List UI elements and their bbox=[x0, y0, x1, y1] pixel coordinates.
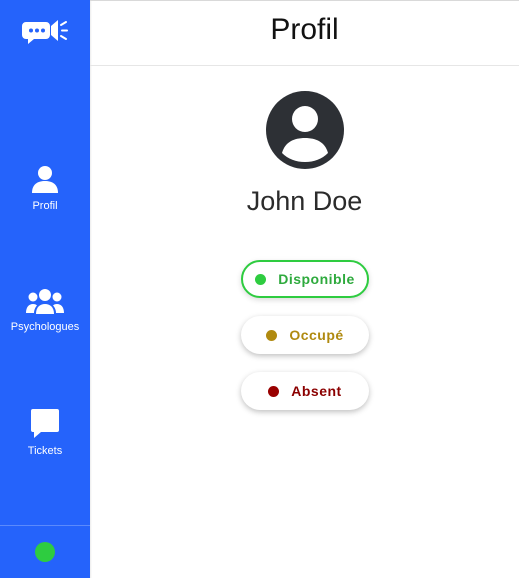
chat-icon bbox=[31, 409, 59, 438]
online-status-indicator[interactable] bbox=[35, 542, 55, 562]
page-title: Profil bbox=[270, 13, 339, 46]
status-disponible-button[interactable]: Disponible bbox=[241, 260, 369, 298]
sidebar-item-profil[interactable]: Profil bbox=[0, 164, 90, 212]
status-label: Disponible bbox=[278, 271, 355, 287]
status-occupe-button[interactable]: Occupé bbox=[241, 316, 369, 354]
sidebar: Profil Psychologues Tickets bbox=[0, 0, 92, 578]
user-icon bbox=[32, 166, 58, 193]
sidebar-item-label: Psychologues bbox=[10, 321, 80, 333]
sidebar-divider bbox=[0, 525, 90, 526]
page-header: Profil bbox=[90, 1, 519, 66]
sidebar-item-tickets[interactable]: Tickets bbox=[0, 407, 90, 457]
users-icon bbox=[26, 289, 64, 314]
status-dot-icon bbox=[266, 329, 278, 341]
sidebar-item-psychologues[interactable]: Psychologues bbox=[0, 287, 90, 333]
sidebar-item-label: Profil bbox=[32, 200, 58, 212]
megaphone-chat-logo-icon[interactable] bbox=[22, 16, 68, 48]
avatar-user-circle-icon bbox=[266, 91, 344, 169]
status-dot-icon bbox=[268, 385, 280, 397]
sidebar-item-label: Tickets bbox=[27, 445, 63, 457]
profile-name: John Doe bbox=[246, 186, 363, 216]
status-label: Absent bbox=[291, 383, 342, 399]
status-dot-icon bbox=[255, 273, 267, 285]
main-content: Profil John Doe Disponible Occupé Absent bbox=[90, 0, 519, 578]
status-absent-button[interactable]: Absent bbox=[241, 372, 369, 410]
status-label: Occupé bbox=[289, 327, 344, 343]
